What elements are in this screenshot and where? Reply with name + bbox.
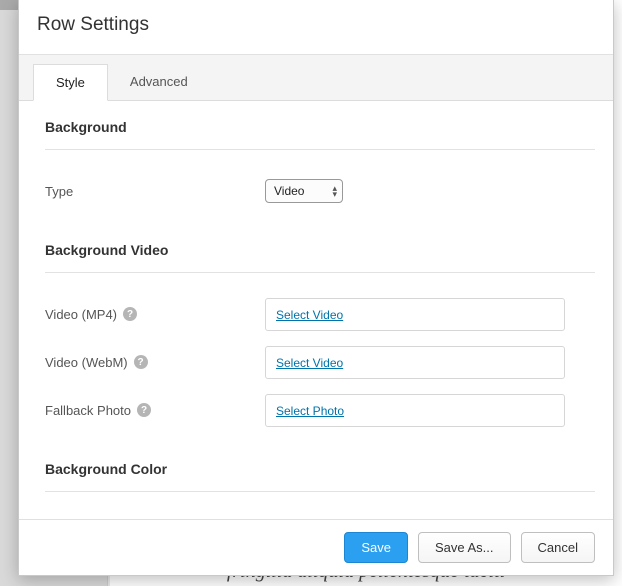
divider — [45, 491, 595, 492]
field-video-webm: Video (WebM) ? Select Video — [45, 341, 595, 383]
video-mp4-label: Video (MP4) ? — [45, 307, 265, 322]
type-label: Type — [45, 184, 265, 199]
video-webm-field: Select Video — [265, 346, 565, 379]
modal-title: Row Settings — [19, 0, 613, 55]
field-color: Color — [45, 512, 595, 519]
tab-style[interactable]: Style — [33, 64, 108, 101]
select-fallback-photo-link[interactable]: Select Photo — [276, 404, 344, 418]
fallback-photo-label: Fallback Photo ? — [45, 403, 265, 418]
video-mp4-field: Select Video — [265, 298, 565, 331]
divider — [45, 272, 595, 273]
field-fallback-photo: Fallback Photo ? Select Photo — [45, 389, 595, 431]
type-select[interactable]: Video — [265, 179, 343, 203]
field-video-mp4: Video (MP4) ? Select Video — [45, 293, 595, 335]
tab-bar: Style Advanced — [19, 55, 613, 101]
select-video-mp4-link[interactable]: Select Video — [276, 308, 343, 322]
modal-body[interactable]: Background Type Video ▴▾ Background Vide… — [19, 101, 613, 519]
help-icon[interactable]: ? — [137, 403, 151, 417]
modal-footer: Save Save As... Cancel — [19, 519, 613, 575]
section-bg-color-title: Background Color — [45, 461, 595, 477]
section-bg-video-title: Background Video — [45, 242, 595, 258]
select-video-webm-link[interactable]: Select Video — [276, 356, 343, 370]
video-webm-label: Video (WebM) ? — [45, 355, 265, 370]
row-settings-modal: Row Settings Style Advanced Background T… — [18, 0, 614, 576]
save-as-button[interactable]: Save As... — [418, 532, 511, 563]
field-type: Type Video ▴▾ — [45, 170, 595, 212]
save-button[interactable]: Save — [344, 532, 408, 563]
fallback-photo-field: Select Photo — [265, 394, 565, 427]
cancel-button[interactable]: Cancel — [521, 532, 595, 563]
help-icon[interactable]: ? — [123, 307, 137, 321]
help-icon[interactable]: ? — [134, 355, 148, 369]
divider — [45, 149, 595, 150]
tab-advanced[interactable]: Advanced — [108, 64, 210, 101]
section-background-title: Background — [45, 119, 595, 135]
